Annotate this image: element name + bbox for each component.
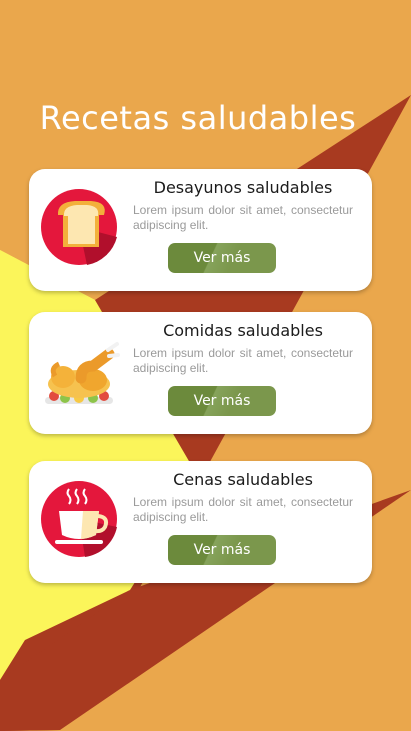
ver-mas-button[interactable]: Ver más xyxy=(168,243,276,273)
card-description: Lorem ipsum dolor sit amet, consectetur … xyxy=(133,495,353,524)
toast-icon xyxy=(41,189,117,265)
card-breakfast: Desayunos saludables Lorem ipsum dolor s… xyxy=(29,169,372,291)
roast-chicken-icon xyxy=(45,342,120,404)
ver-mas-button[interactable]: Ver más xyxy=(168,386,276,416)
page-title: Recetas saludables xyxy=(39,99,357,137)
card-title: Cenas saludables xyxy=(173,470,313,489)
ver-mas-button[interactable]: Ver más xyxy=(168,535,276,565)
card-title: Comidas saludables xyxy=(163,321,323,340)
card-description: Lorem ipsum dolor sit amet, consectetur … xyxy=(133,346,353,375)
card-dinner: Cenas saludables Lorem ipsum dolor sit a… xyxy=(29,461,372,583)
coffee-cup-icon xyxy=(41,481,117,557)
card-description: Lorem ipsum dolor sit amet, consectetur … xyxy=(133,203,353,232)
card-title: Desayunos saludables xyxy=(153,178,333,197)
card-lunch: Comidas saludables Lorem ipsum dolor sit… xyxy=(29,312,372,434)
